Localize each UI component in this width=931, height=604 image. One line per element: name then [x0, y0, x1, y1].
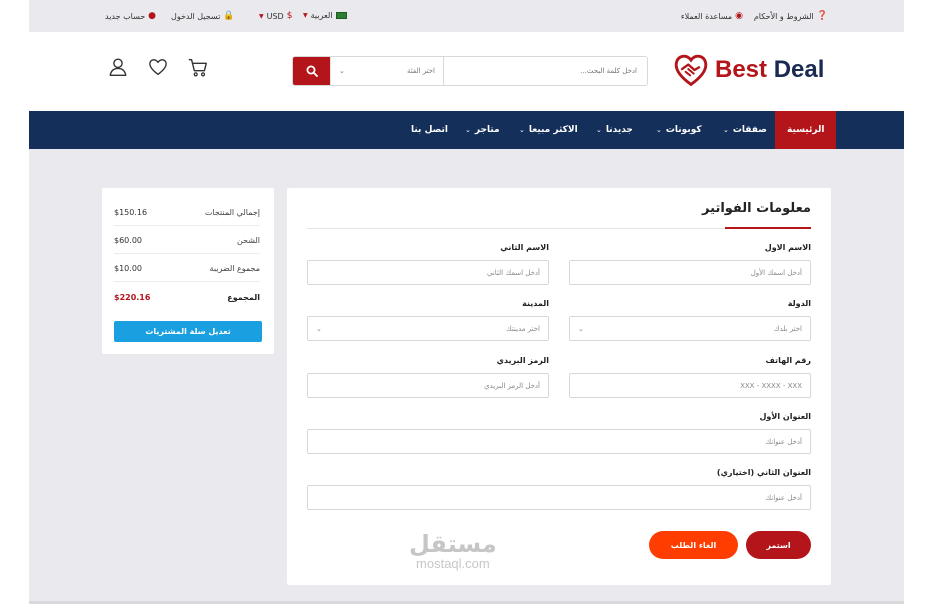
nav-item-coupons[interactable]: كوبونات ⌄ — [656, 111, 702, 149]
chevron-down-icon: ⌄ — [596, 126, 602, 134]
nav-item-home[interactable]: الرئيسية — [775, 111, 837, 149]
address2-label: العنوان الثاني (اختياري) — [716, 468, 811, 477]
last-name-field[interactable]: أدخل اسمك الثاني — [307, 260, 549, 285]
zip-label: الرمز البريدي — [496, 356, 549, 365]
search-bar: اختر الفئة ⌄ — [292, 56, 648, 86]
billing-title: معلومات الفواتير — [702, 201, 811, 216]
edit-cart-button[interactable]: تعديل سلة المشتريات — [114, 321, 262, 342]
help-circle-icon: ❓ — [816, 11, 828, 21]
page-frame: ❓ الشروط و الأحكام ◉ مساعدة العملاء العر… — [29, 0, 904, 604]
phone-label: رقم الهاتف — [765, 356, 811, 365]
last-name-label: الاسم الثاني — [500, 243, 549, 252]
site-header: Best Deal اختر الفئة ⌄ — [29, 32, 904, 111]
first-name-field[interactable]: أدخل اسمك الأول — [569, 260, 811, 285]
lifebuoy-icon: ◉ — [735, 11, 743, 21]
account-icon[interactable] — [107, 56, 129, 78]
nav-item-new[interactable]: جديدنا ⌄ — [596, 111, 633, 149]
chevron-down-icon: ⌄ — [578, 324, 584, 333]
country-select[interactable]: اختر بلدك ⌄ — [569, 316, 811, 341]
nav-item-deals[interactable]: صفقات ⌄ — [723, 111, 767, 149]
support-link[interactable]: ◉ مساعدة العملاء — [681, 11, 743, 21]
chevron-down-icon: ⌄ — [339, 67, 345, 75]
city-label: المدينة — [522, 299, 549, 308]
chevron-down-icon: ⌄ — [723, 126, 729, 134]
flag-icon — [335, 12, 347, 19]
search-icon — [306, 65, 318, 77]
summary-row-tax: $10.00 مجموع الضريبة — [114, 256, 260, 282]
country-label: الدولة — [787, 299, 811, 308]
summary-row-products: $150.16 إجمالي المنتجات — [114, 200, 260, 226]
chevron-down-icon: ⌄ — [519, 126, 525, 134]
logo[interactable]: Best Deal — [673, 52, 824, 88]
address1-label: العنوان الأول — [759, 412, 811, 421]
order-summary: $150.16 إجمالي المنتجات $60.00 الشحن $10… — [102, 188, 274, 354]
nav-item-bestsellers[interactable]: الاكثر مبيعا ⌄ — [519, 111, 578, 149]
main-nav: الرئيسية صفقات ⌄ كوبونات ⌄ جديدنا ⌄ الاك… — [29, 111, 904, 149]
summary-row-total: $220.16 المجموع — [114, 292, 260, 302]
cart-icon[interactable] — [187, 56, 209, 78]
nav-item-contact[interactable]: اتصل بنا — [411, 111, 448, 149]
heart-icon[interactable] — [147, 56, 169, 78]
continue-button[interactable]: استمر — [746, 531, 811, 559]
login-link[interactable]: 🔒 تسجيل الدخول — [171, 11, 235, 21]
city-select[interactable]: اختر مدينتك ⌄ — [307, 316, 549, 341]
dollar-icon: $ — [286, 11, 293, 21]
category-select[interactable]: اختر الفئة ⌄ — [330, 57, 444, 85]
language-selector[interactable]: العربية ▼ — [303, 11, 347, 20]
address2-field[interactable]: أدخل عنوانك — [307, 485, 811, 510]
search-button[interactable] — [293, 57, 330, 85]
user-icon: ● — [148, 11, 157, 21]
register-link[interactable]: ● حساب جديد — [105, 11, 156, 21]
search-input[interactable] — [444, 57, 647, 85]
caret-down-icon: ▼ — [303, 12, 308, 19]
watermark: مستقل mostaql.com — [409, 530, 497, 571]
address1-field[interactable]: أدخل عنوانك — [307, 429, 811, 454]
lock-icon: 🔒 — [223, 11, 235, 21]
cancel-order-button[interactable]: الغاء الطلب — [649, 531, 738, 559]
currency-selector[interactable]: $ USD ▼ — [259, 11, 292, 21]
summary-row-shipping: $60.00 الشحن — [114, 228, 260, 254]
phone-field[interactable]: XXX - XXXX - XXX — [569, 373, 811, 398]
first-name-label: الاسم الاول — [764, 243, 811, 252]
handshake-heart-icon — [674, 54, 708, 87]
billing-form: معلومات الفواتير الاسم الاول أدخل اسمك ا… — [287, 188, 831, 585]
top-bar: ❓ الشروط و الأحكام ◉ مساعدة العملاء العر… — [29, 0, 904, 32]
chevron-down-icon: ⌄ — [465, 126, 471, 134]
nav-item-stores[interactable]: متاجر ⌄ — [465, 111, 500, 149]
chevron-down-icon: ⌄ — [656, 126, 662, 134]
logo-text: Best Deal — [715, 56, 825, 83]
caret-down-icon: ▼ — [259, 12, 264, 20]
title-accent — [725, 227, 811, 229]
zip-field[interactable]: أدخل الرمز البريدي — [307, 373, 549, 398]
chevron-down-icon: ⌄ — [316, 324, 322, 333]
terms-link[interactable]: ❓ الشروط و الأحكام — [754, 11, 828, 21]
